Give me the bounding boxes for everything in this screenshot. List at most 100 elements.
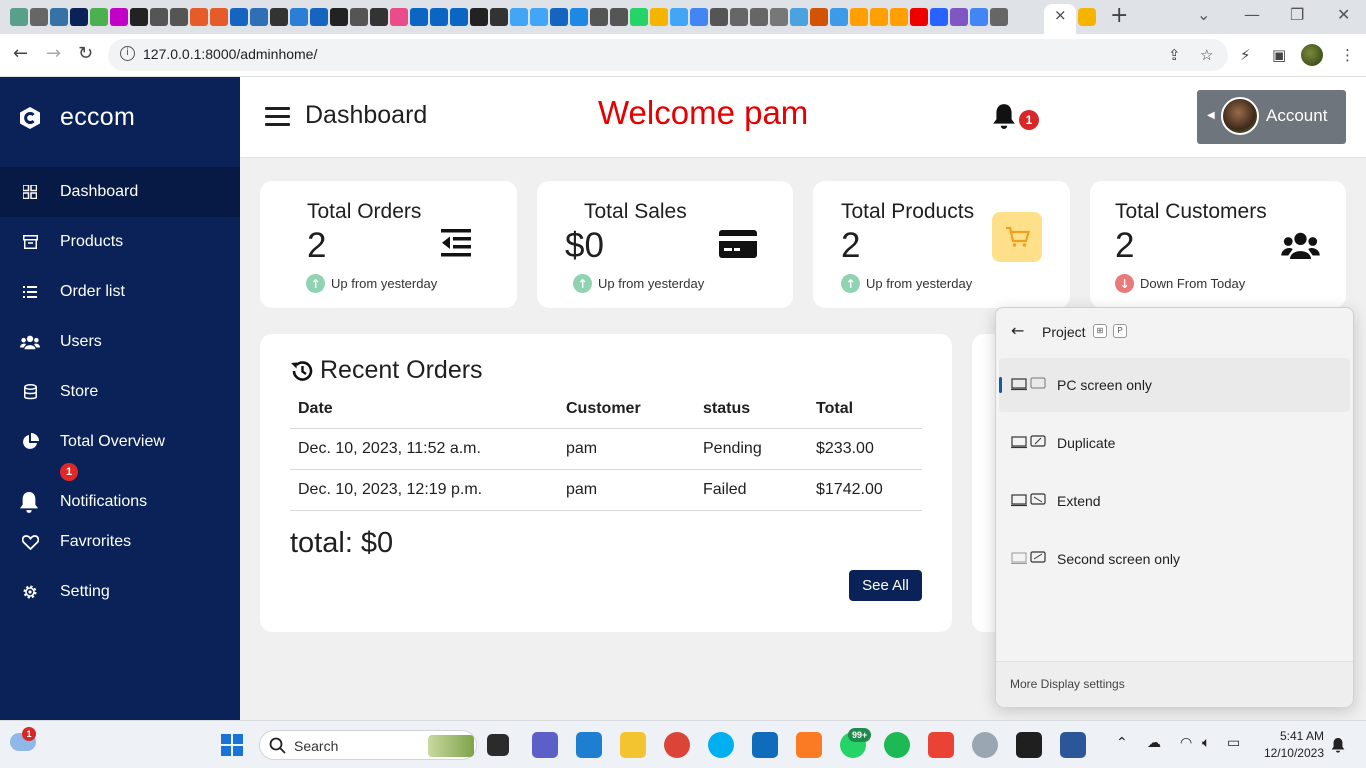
notification-bell-icon[interactable]: [992, 103, 1016, 129]
tab-search-chevron-icon[interactable]: ⌄: [1197, 5, 1210, 24]
restore-icon[interactable]: ❐: [1290, 5, 1304, 24]
minimize-icon[interactable]: —: [1244, 5, 1260, 24]
tab-favicon[interactable]: [890, 8, 908, 26]
cloud-sync-icon[interactable]: ☁: [1147, 735, 1161, 751]
wifi-icon[interactable]: ◠: [1180, 735, 1192, 751]
tab-favicon[interactable]: [230, 8, 248, 26]
tab-favicon[interactable]: [690, 8, 708, 26]
settings-app-icon[interactable]: [972, 732, 998, 758]
tab-favicon[interactable]: [10, 8, 28, 26]
start-button-windows-icon[interactable]: [221, 734, 243, 756]
spotify-icon[interactable]: [884, 732, 910, 758]
tab-favicon[interactable]: [430, 8, 448, 26]
extensions-icon[interactable]: ⚡: [1240, 46, 1257, 64]
tab-favicon[interactable]: [950, 8, 968, 26]
tab-favicon[interactable]: [730, 8, 748, 26]
new-tab-button[interactable]: +: [1110, 3, 1128, 28]
sidebar-item-setting[interactable]: Setting: [0, 567, 240, 617]
teams-meet-icon[interactable]: [532, 732, 558, 758]
tab-favicon[interactable]: [450, 8, 468, 26]
skype-icon[interactable]: [708, 732, 734, 758]
task-view-icon[interactable]: [487, 734, 509, 756]
tab-favicon[interactable]: [110, 8, 128, 26]
chrome-icon[interactable]: [664, 732, 690, 758]
xampp-icon[interactable]: [796, 732, 822, 758]
tab-favicon[interactable]: [370, 8, 388, 26]
site-info-icon[interactable]: i: [120, 46, 135, 61]
tab-favicon[interactable]: [190, 8, 208, 26]
share-icon[interactable]: ⇪: [1168, 46, 1185, 64]
tab-favicon[interactable]: [650, 8, 668, 26]
tab-favicon[interactable]: [970, 8, 988, 26]
back-arrow-icon[interactable]: ←: [1011, 321, 1024, 340]
back-icon[interactable]: ←: [13, 43, 28, 64]
close-window-icon[interactable]: ✕: [1337, 5, 1350, 24]
option-duplicate[interactable]: Duplicate: [999, 416, 1350, 470]
tab-favicon[interactable]: [770, 8, 788, 26]
tab-favicon[interactable]: [530, 8, 548, 26]
tab-favicon[interactable]: [490, 8, 508, 26]
account-dropdown-button[interactable]: ◀ Account: [1197, 90, 1346, 144]
tab-favicon[interactable]: [510, 8, 528, 26]
tab-favicon[interactable]: [930, 8, 948, 26]
sidebar-item-products[interactable]: Products: [0, 217, 240, 267]
menu-toggle-icon[interactable]: [265, 107, 290, 127]
word-icon[interactable]: [1060, 732, 1086, 758]
notification-center-bell-icon[interactable]: [1331, 737, 1345, 753]
show-hidden-icons-chevron-icon[interactable]: ⌃: [1116, 735, 1128, 751]
tab-favicon[interactable]: [750, 8, 768, 26]
url-text[interactable]: 127.0.0.1:8000/adminhome/: [143, 46, 317, 62]
volume-icon[interactable]: 🔈︎: [1202, 735, 1210, 751]
see-all-button[interactable]: See All: [849, 570, 922, 601]
option-pc-screen-only[interactable]: PC screen only: [999, 358, 1350, 412]
microsoft-store-icon[interactable]: [752, 732, 778, 758]
tab-favicon[interactable]: [30, 8, 48, 26]
tab-favicon[interactable]: [90, 8, 108, 26]
more-display-settings-link[interactable]: More Display settings: [1010, 677, 1125, 691]
sidebar-item-total-overview[interactable]: Total Overview: [0, 417, 240, 467]
tab-favicon[interactable]: [550, 8, 568, 26]
tab-favicon[interactable]: [210, 8, 228, 26]
clock-time[interactable]: 5:41 AM: [1272, 729, 1324, 743]
sidebar-item-order-list[interactable]: Order list: [0, 267, 240, 317]
battery-icon[interactable]: ▭: [1227, 735, 1240, 751]
tab-favicon[interactable]: [350, 8, 368, 26]
tab-favicon[interactable]: [410, 8, 428, 26]
tab-favicon[interactable]: [130, 8, 148, 26]
browser-menu-icon[interactable]: ⋮: [1340, 46, 1357, 64]
bookmark-star-icon[interactable]: ☆: [1200, 46, 1217, 64]
tab-favicon[interactable]: [790, 8, 808, 26]
address-bar[interactable]: i 127.0.0.1:8000/adminhome/: [108, 39, 1228, 71]
tab-favicon[interactable]: [270, 8, 288, 26]
gmail-icon[interactable]: [928, 732, 954, 758]
vscode-icon[interactable]: [576, 732, 602, 758]
tab-favicon[interactable]: [170, 8, 188, 26]
tab-favicon[interactable]: [630, 8, 648, 26]
close-tab-icon[interactable]: ×: [1054, 6, 1067, 24]
clock-date[interactable]: 12/10/2023: [1260, 746, 1324, 760]
sidebar-item-favorites[interactable]: Favrorites: [0, 517, 240, 567]
tab-favicon[interactable]: [850, 8, 868, 26]
tab-favicon[interactable]: [250, 8, 268, 26]
tab-favicon[interactable]: [390, 8, 408, 26]
tab-favicon[interactable]: [50, 8, 68, 26]
profile-avatar[interactable]: [1301, 44, 1323, 66]
tab-favicon[interactable]: [470, 8, 488, 26]
brand[interactable]: eccom: [18, 103, 135, 132]
taskbar-search-box[interactable]: Search: [259, 730, 477, 760]
sidebar-item-store[interactable]: Store: [0, 367, 240, 417]
tab-favicon[interactable]: [710, 8, 728, 26]
side-panel-icon[interactable]: ▣: [1272, 46, 1289, 64]
tab-favicon[interactable]: [1078, 8, 1096, 26]
tab-favicon[interactable]: [870, 8, 888, 26]
option-extend[interactable]: Extend: [999, 474, 1350, 528]
tab-favicon[interactable]: [830, 8, 848, 26]
tab-favicon[interactable]: [810, 8, 828, 26]
tab-favicon[interactable]: [70, 8, 88, 26]
tab-favicon[interactable]: [310, 8, 328, 26]
sidebar-item-users[interactable]: Users: [0, 317, 240, 367]
tab-favicon[interactable]: [570, 8, 588, 26]
tab-favicon[interactable]: [910, 8, 928, 26]
sidebar-item-dashboard[interactable]: Dashboard: [0, 167, 240, 217]
forward-icon[interactable]: →: [46, 43, 61, 64]
